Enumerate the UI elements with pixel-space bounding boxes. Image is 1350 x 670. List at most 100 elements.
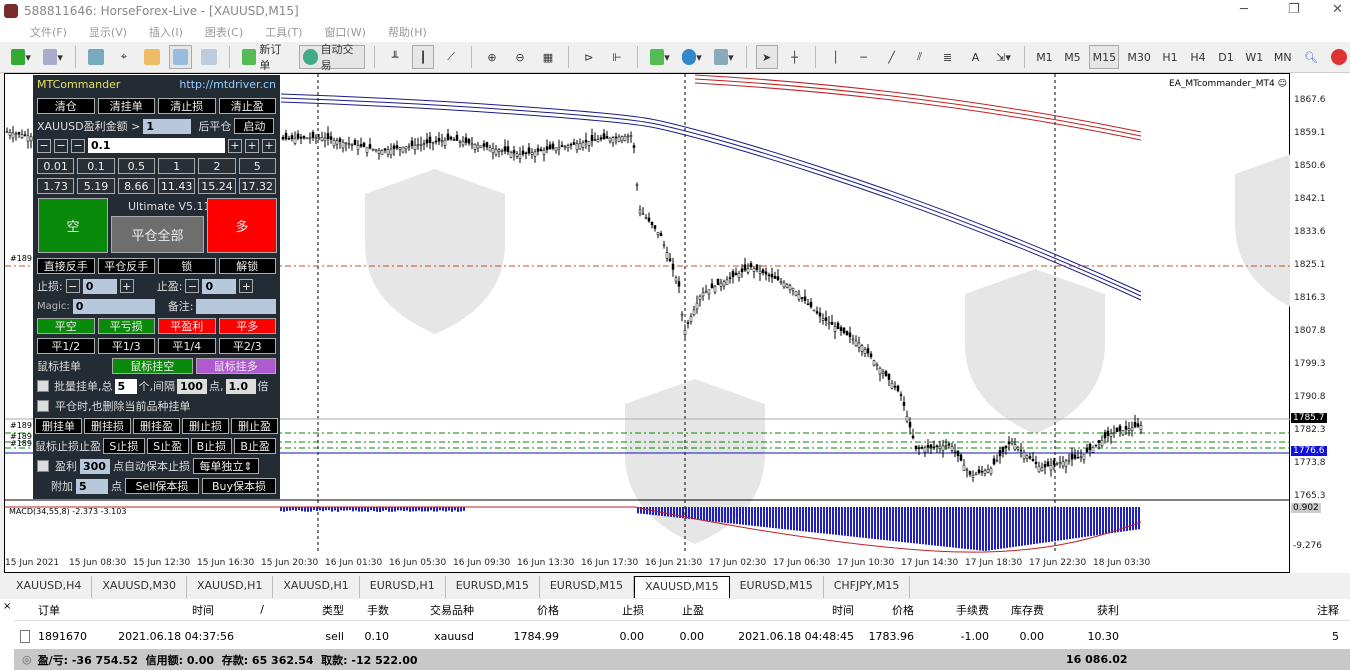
sell-tp-button[interactable]: S止盈	[146, 438, 189, 454]
chart-tab[interactable]: EURUSD,M15	[446, 576, 540, 598]
start-button[interactable]: 启动	[234, 118, 275, 134]
delete-tp-button[interactable]: 删止盈	[231, 418, 278, 434]
arrows-icon[interactable]: ⇲▾	[993, 45, 1015, 69]
menu-window[interactable]: 窗口(W)	[324, 24, 365, 40]
lot-input[interactable]: 0.1	[88, 138, 225, 153]
auto-trading-button[interactable]: 自动交易	[298, 43, 366, 72]
close-half-button[interactable]: 平1/2	[37, 338, 95, 354]
indicators-icon[interactable]: ▾	[647, 45, 673, 69]
batch-interval-input[interactable]: 100	[177, 378, 207, 394]
sell-breakeven-button[interactable]: Sell保本损	[125, 478, 199, 494]
templates-icon[interactable]: ▾	[711, 45, 737, 69]
close-reverse-button[interactable]: 平仓反手	[97, 258, 155, 274]
chart-tab[interactable]: CHFJPY,M15	[824, 576, 911, 598]
market-watch-icon[interactable]	[85, 45, 107, 69]
clear-pending-button[interactable]: 清挂单	[97, 98, 155, 114]
chart-tab[interactable]: XAUUSD,M30	[92, 576, 187, 598]
comment-input[interactable]	[196, 298, 276, 314]
column-header[interactable]: 订单	[38, 602, 60, 618]
batch-checkbox[interactable]	[37, 380, 49, 392]
close-third-button[interactable]: 平1/3	[97, 338, 155, 354]
chart-tab[interactable]: XAUUSD,H1	[273, 576, 360, 598]
delete-sl-button[interactable]: 删止损	[182, 418, 229, 434]
breakeven-mode-select[interactable]: 每单独立 ⇕	[193, 458, 259, 474]
value-preset-button[interactable]: 17.32	[238, 178, 276, 194]
sell-sl-button[interactable]: S止损	[103, 438, 145, 454]
value-preset-button[interactable]: 15.24	[198, 178, 236, 194]
timeframe-mn[interactable]: MN	[1272, 45, 1294, 69]
magic-input[interactable]: 0	[72, 298, 155, 314]
menu-file[interactable]: 文件(F)	[30, 24, 67, 40]
close-button[interactable]: ✕	[1332, 2, 1343, 17]
timeframe-m30[interactable]: M30	[1125, 45, 1153, 69]
minimize-button[interactable]: ─	[1240, 2, 1248, 17]
breakeven-input[interactable]: 300	[80, 458, 110, 474]
tp-plus-button[interactable]: +	[239, 279, 254, 293]
autoscroll-icon[interactable]: ⊳	[578, 45, 600, 69]
sell-button[interactable]: 空	[38, 198, 108, 253]
lot-preset-button[interactable]: 0.5	[117, 158, 155, 174]
tile-windows-icon[interactable]: ▦	[537, 45, 559, 69]
sl-plus-button[interactable]: +	[119, 279, 134, 293]
trendline-icon[interactable]: ╱	[881, 45, 903, 69]
column-header[interactable]: 止损	[622, 602, 644, 618]
sl-minus-button[interactable]: −	[65, 279, 80, 293]
lot-plus-button[interactable]: +	[228, 138, 242, 153]
close-sells-button[interactable]: 平空	[37, 318, 95, 334]
value-preset-button[interactable]: 11.43	[157, 178, 196, 194]
vertical-line-icon[interactable]: │	[825, 45, 847, 69]
tp-input[interactable]: 0	[202, 278, 237, 294]
add-input[interactable]: 5	[76, 478, 108, 494]
column-header[interactable]: 注释	[1317, 602, 1339, 618]
restore-button[interactable]: ❐	[1288, 2, 1300, 17]
mouse-buy-button[interactable]: 鼠标挂多	[195, 358, 276, 374]
column-header[interactable]: /	[260, 603, 264, 616]
mouse-sell-button[interactable]: 鼠标挂空	[112, 358, 193, 374]
cursor-icon[interactable]: ➤	[755, 45, 778, 69]
new-order-button[interactable]: 新订单	[239, 43, 293, 72]
tp-minus-button[interactable]: −	[185, 279, 200, 293]
column-header[interactable]: 时间	[192, 602, 214, 618]
column-header[interactable]: 止盈	[682, 602, 704, 618]
periods-icon[interactable]: ▾	[679, 45, 705, 69]
buy-button[interactable]: 多	[207, 198, 277, 253]
menu-view[interactable]: 显示(V)	[89, 24, 127, 40]
favorites-icon[interactable]	[141, 45, 163, 69]
column-header[interactable]: 手数	[367, 602, 389, 618]
chart-tab[interactable]: EURUSD,H1	[360, 576, 446, 598]
lot-preset-button[interactable]: 5	[238, 158, 276, 174]
close-terminal-icon[interactable]: ×	[3, 601, 11, 612]
lot-preset-button[interactable]: 0.01	[37, 158, 75, 174]
profiles-icon[interactable]: ▾	[40, 45, 66, 69]
lot-plus-button[interactable]: +	[262, 138, 276, 153]
lot-minus-button[interactable]: −	[54, 138, 68, 153]
buy-tp-button[interactable]: B止盈	[234, 438, 276, 454]
chart-tab[interactable]: XAUUSD,M15	[633, 576, 730, 598]
buy-breakeven-button[interactable]: Buy保本损	[202, 478, 276, 494]
zoom-in-icon[interactable]: ⊕	[481, 45, 503, 69]
chart-tab[interactable]: EURUSD,M15	[730, 576, 824, 598]
delete-on-close-checkbox[interactable]	[37, 400, 49, 412]
batch-mult-input[interactable]: 1.0	[225, 378, 256, 394]
clear-all-button[interactable]: 清仓	[37, 98, 95, 114]
menu-help[interactable]: 帮助(H)	[388, 24, 427, 40]
lot-plus-button[interactable]: +	[245, 138, 259, 153]
column-header[interactable]: 时间	[832, 602, 854, 618]
value-preset-button[interactable]: 5.19	[77, 178, 115, 194]
clear-tp-button[interactable]: 清止盈	[218, 98, 276, 114]
column-header[interactable]: 获利	[1097, 602, 1119, 618]
line-chart-icon[interactable]: ⟋	[440, 45, 462, 69]
zoom-out-icon[interactable]: ⊖	[509, 45, 531, 69]
panel-url[interactable]: http://mtdriver.cn	[179, 78, 276, 91]
timeframe-w1[interactable]: W1	[1243, 45, 1266, 69]
table-row[interactable]: 1891670 2021.06.18 04:37:56 sell 0.10 xauusd…	[14, 625, 1350, 647]
timeframe-m1[interactable]: M1	[1033, 45, 1055, 69]
delete-pending-button[interactable]: 删挂单	[35, 418, 82, 434]
breakeven-checkbox[interactable]	[37, 460, 49, 472]
close-profits-button[interactable]: 平盈利	[158, 318, 216, 334]
lot-minus-button[interactable]: −	[71, 138, 85, 153]
menu-charts[interactable]: 图表(C)	[205, 24, 243, 40]
crosshair-nav-icon[interactable]: ⌖	[113, 45, 135, 69]
timeframe-h1[interactable]: H1	[1159, 45, 1181, 69]
close-losses-button[interactable]: 平亏损	[97, 318, 155, 334]
